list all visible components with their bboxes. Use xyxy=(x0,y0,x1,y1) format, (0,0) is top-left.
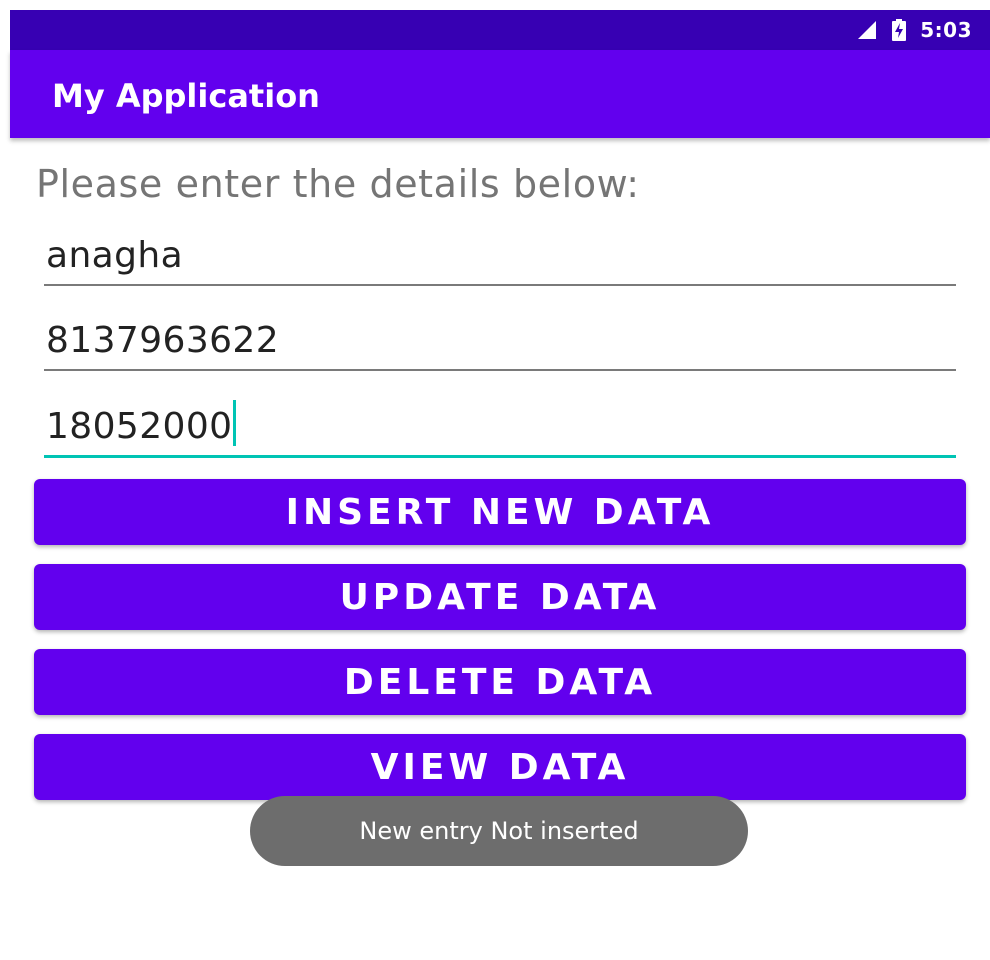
app-bar: My Application xyxy=(10,50,990,138)
insert-new-data-button[interactable]: INSERT NEW DATA xyxy=(34,479,966,545)
toast-message: New entry Not inserted xyxy=(250,796,748,866)
signal-icon xyxy=(858,21,877,39)
battery-charging-icon xyxy=(892,19,907,41)
name-field[interactable]: anagha xyxy=(44,226,956,286)
name-field-value: anagha xyxy=(46,235,184,276)
date-field[interactable]: 18052000 xyxy=(44,397,956,458)
update-data-button[interactable]: UPDATE DATA xyxy=(34,564,966,630)
phone-field-value: 8137963622 xyxy=(46,320,280,361)
view-data-button[interactable]: VIEW DATA xyxy=(34,734,966,800)
date-field-value: 18052000 xyxy=(46,406,233,447)
delete-data-button[interactable]: DELETE DATA xyxy=(34,649,966,715)
date-field-value-wrap: 18052000 xyxy=(46,400,237,447)
status-time: 5:03 xyxy=(920,18,972,42)
app-title: My Application xyxy=(52,77,320,115)
status-bar: 5:03 xyxy=(10,10,990,50)
text-cursor xyxy=(233,400,237,446)
status-icons: 5:03 xyxy=(856,10,972,50)
form-prompt: Please enter the details below: xyxy=(36,162,640,206)
phone-field[interactable]: 8137963622 xyxy=(44,311,956,371)
